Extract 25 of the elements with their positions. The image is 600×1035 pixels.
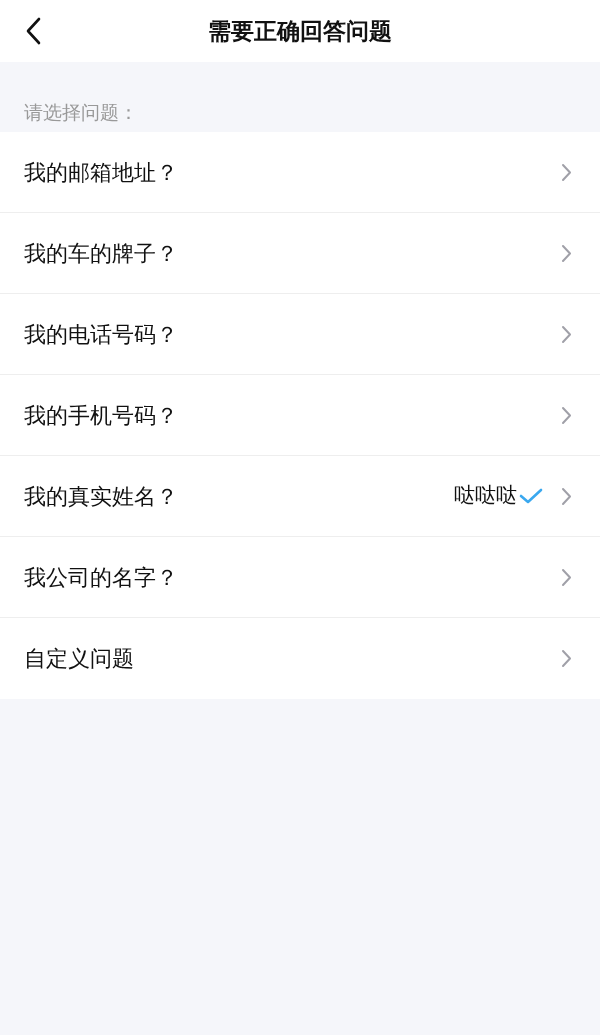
back-icon bbox=[25, 17, 41, 45]
chevron-icon bbox=[561, 405, 572, 425]
answer-text: 哒哒哒 bbox=[454, 482, 517, 510]
section-label: 请选择问题： bbox=[24, 99, 138, 125]
question-item[interactable]: 我的手机号码？ bbox=[0, 375, 600, 456]
question-label: 我公司的名字？ bbox=[24, 563, 179, 592]
question-item[interactable]: 我的真实姓名？ 哒哒哒 bbox=[0, 456, 600, 537]
question-item[interactable]: 我的电话号码？ bbox=[0, 294, 600, 375]
question-item[interactable]: 自定义问题 bbox=[0, 618, 600, 699]
chevron-icon bbox=[561, 486, 572, 506]
question-label: 我的真实姓名？ bbox=[24, 482, 179, 511]
chevron-icon bbox=[561, 243, 572, 263]
question-label: 自定义问题 bbox=[24, 645, 135, 673]
question-label: 我的手机号码？ bbox=[24, 401, 179, 430]
question-label: 我的邮箱地址？ bbox=[24, 158, 179, 187]
question-label: 我的车的牌子？ bbox=[24, 239, 179, 268]
chevron-icon bbox=[561, 649, 572, 668]
page-title: 需要正确回答问题 bbox=[208, 16, 392, 46]
question-label: 我的电话号码？ bbox=[24, 320, 179, 349]
chevron-icon bbox=[561, 324, 572, 344]
question-item[interactable]: 我的邮箱地址？ bbox=[0, 132, 600, 213]
chevron-icon bbox=[561, 162, 572, 182]
question-item[interactable]: 我的车的牌子？ bbox=[0, 213, 600, 294]
question-item[interactable]: 我公司的名字？ bbox=[0, 537, 600, 618]
chevron-icon bbox=[561, 567, 572, 587]
